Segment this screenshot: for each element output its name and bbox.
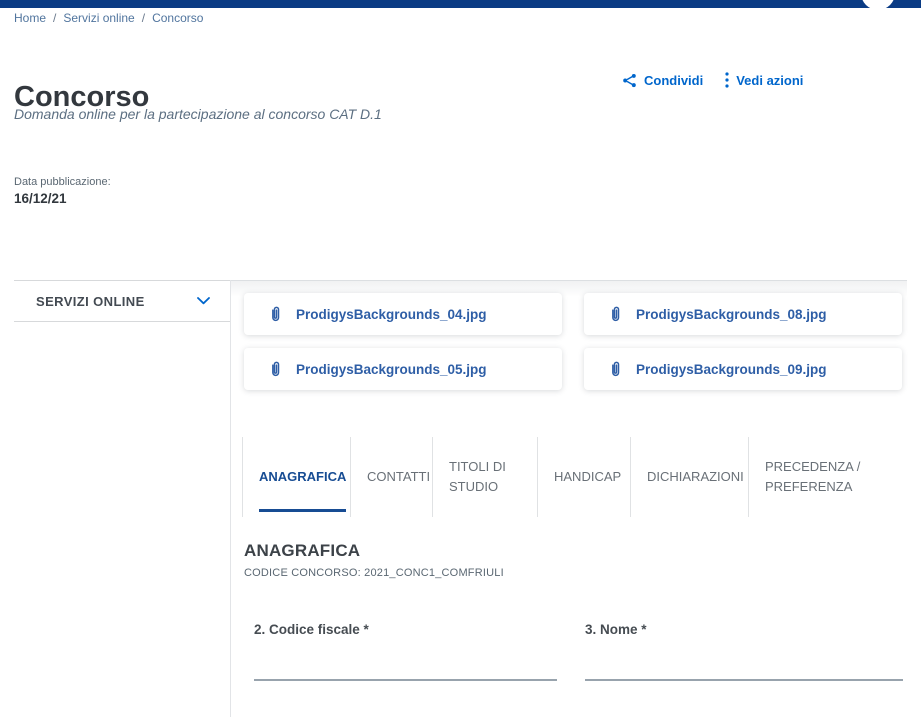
actions-menu-button[interactable]: Vedi azioni: [725, 72, 803, 88]
sidebar-item-label: SERVIZI ONLINE: [36, 294, 145, 309]
tab-label: HANDICAP: [554, 467, 621, 487]
kebab-menu-icon: [725, 72, 729, 88]
paperclip-icon: [608, 305, 623, 324]
tab-titoli-di-studio[interactable]: TITOLI DI STUDIO: [432, 437, 537, 517]
publication-date-label: Data pubblicazione:: [14, 176, 111, 188]
header-actions: Condividi Vedi azioni: [622, 72, 803, 88]
share-button[interactable]: Condividi: [622, 73, 703, 88]
breadcrumb-current: Concorso: [152, 11, 203, 25]
nome-input[interactable]: [585, 639, 903, 681]
attachments-grid: ProdigysBackgrounds_04.jpg ProdigysBackg…: [244, 293, 907, 390]
avatar[interactable]: [861, 0, 895, 10]
sidebar-divider: [230, 280, 231, 717]
section-heading: ANAGRAFICA: [244, 541, 360, 561]
share-icon: [622, 73, 637, 88]
tab-label: TITOLI DI STUDIO: [449, 457, 506, 497]
attachment-card[interactable]: ProdigysBackgrounds_09.jpg: [584, 348, 902, 390]
attachment-file-name: ProdigysBackgrounds_08.jpg: [636, 307, 827, 322]
tab-label: CONTATTI: [367, 467, 430, 487]
attachment-card[interactable]: ProdigysBackgrounds_04.jpg: [244, 293, 562, 335]
paperclip-icon: [268, 360, 283, 379]
sidebar-item-servizi-online[interactable]: SERVIZI ONLINE: [14, 280, 230, 322]
page-subtitle: Domanda online per la partecipazione al …: [14, 106, 382, 122]
tab-anagrafica[interactable]: ANAGRAFICA: [242, 437, 350, 517]
tab-label: ANAGRAFICA: [259, 467, 346, 487]
breadcrumb-separator: /: [53, 11, 56, 25]
form-tabs: ANAGRAFICA CONTATTI TITOLI DI STUDIO HAN…: [242, 437, 907, 517]
breadcrumb-servizi-online[interactable]: Servizi online: [63, 11, 134, 25]
tab-contatti[interactable]: CONTATTI: [350, 437, 432, 517]
attachment-file-name: ProdigysBackgrounds_04.jpg: [296, 307, 487, 322]
field-label: 3. Nome *: [585, 622, 903, 637]
codice-fiscale-input[interactable]: [254, 639, 557, 681]
publication-date-value: 16/12/21: [14, 191, 67, 206]
attachment-card[interactable]: ProdigysBackgrounds_08.jpg: [584, 293, 902, 335]
actions-menu-label: Vedi azioni: [736, 73, 803, 88]
paperclip-icon: [608, 360, 623, 379]
top-navigation-bar: [0, 0, 921, 8]
breadcrumb-home[interactable]: Home: [14, 11, 46, 25]
field-label: 2. Codice fiscale *: [254, 622, 557, 637]
tab-precedenza-preferenza[interactable]: PRECEDENZA / PREFERENZA: [748, 437, 907, 517]
breadcrumb-separator: /: [142, 11, 145, 25]
tab-label: PRECEDENZA / PREFERENZA: [765, 457, 860, 497]
share-button-label: Condividi: [644, 73, 703, 88]
field-codice-fiscale: 2. Codice fiscale *: [254, 622, 557, 681]
field-nome: 3. Nome *: [585, 622, 903, 681]
tab-handicap[interactable]: HANDICAP: [537, 437, 630, 517]
attachment-file-name: ProdigysBackgrounds_09.jpg: [636, 362, 827, 377]
breadcrumb: Home / Servizi online / Concorso: [14, 11, 203, 25]
paperclip-icon: [268, 305, 283, 324]
section-code-line: CODICE CONCORSO: 2021_CONC1_COMFRIULI: [244, 567, 504, 579]
tab-label: DICHIARAZIONI: [647, 467, 744, 487]
attachment-file-name: ProdigysBackgrounds_05.jpg: [296, 362, 487, 377]
tab-dichiarazioni[interactable]: DICHIARAZIONI: [630, 437, 748, 517]
chevron-down-icon: [197, 297, 210, 305]
page: Home / Servizi online / Concorso Concors…: [0, 0, 921, 717]
attachment-card[interactable]: ProdigysBackgrounds_05.jpg: [244, 348, 562, 390]
